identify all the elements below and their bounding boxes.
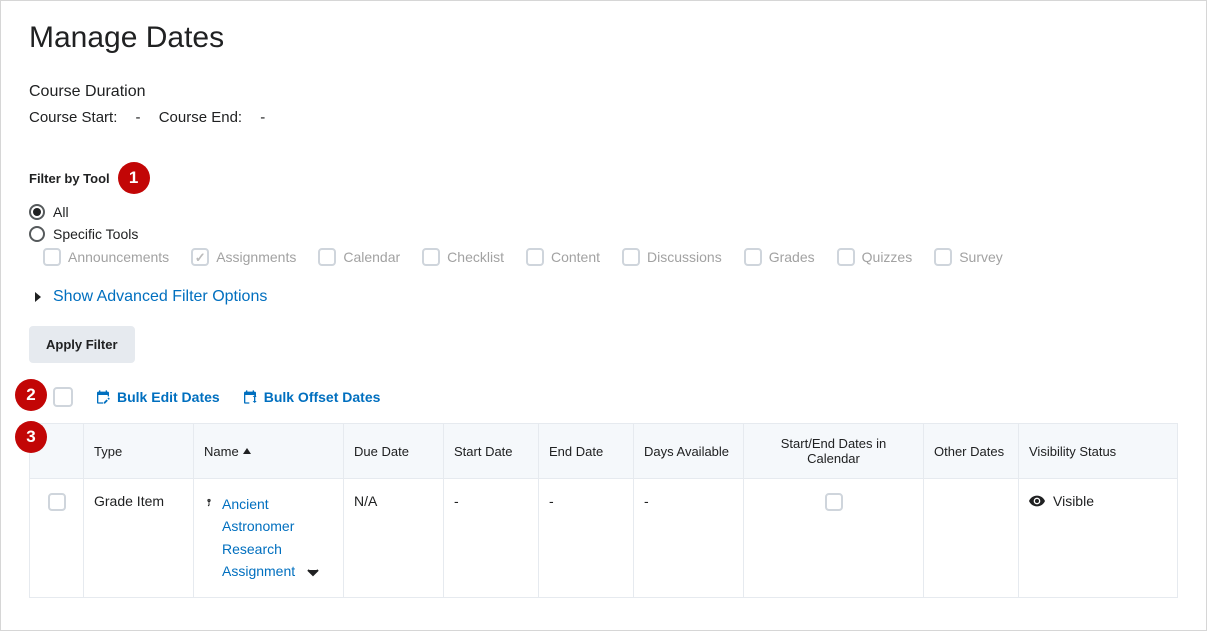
page-title: Manage Dates — [29, 21, 1178, 55]
cell-days: - — [634, 479, 744, 598]
checkbox-grades-label: Grades — [769, 249, 815, 265]
course-duration-label: Course Duration — [29, 83, 1178, 101]
callout-1: 1 — [118, 162, 150, 194]
checkbox-assignments-label: Assignments — [216, 249, 296, 265]
column-other-dates[interactable]: Other Dates — [924, 424, 1019, 479]
checkbox-content[interactable] — [526, 248, 544, 266]
sort-ascending-icon — [243, 448, 251, 454]
apply-filter-button[interactable]: Apply Filter — [29, 326, 135, 363]
column-calendar[interactable]: Start/End Dates in Calendar — [744, 424, 924, 479]
filter-by-tool-label: Filter by Tool — [29, 171, 110, 186]
cell-end: - — [539, 479, 634, 598]
visibility-label: Visible — [1053, 493, 1094, 509]
checkbox-survey-label: Survey — [959, 249, 1003, 265]
checkbox-checklist[interactable] — [422, 248, 440, 266]
column-start-date[interactable]: Start Date — [444, 424, 539, 479]
callout-3: 3 — [15, 421, 47, 453]
tool-checkbox-group: Announcements Assignments Calendar Check… — [43, 248, 1178, 266]
callout-2: 2 — [15, 379, 47, 411]
column-due-date[interactable]: Due Date — [344, 424, 444, 479]
bulk-offset-dates-label: Bulk Offset Dates — [264, 389, 381, 405]
checkbox-content-label: Content — [551, 249, 600, 265]
cell-other — [924, 479, 1019, 598]
show-advanced-filter-toggle[interactable]: Show Advanced Filter Options — [29, 288, 1178, 306]
column-visibility[interactable]: Visibility Status — [1019, 424, 1178, 479]
column-days-available[interactable]: Days Available — [634, 424, 744, 479]
select-all-checkbox[interactable] — [53, 387, 73, 407]
row-calendar-checkbox[interactable] — [825, 493, 843, 511]
chevron-down-icon[interactable] — [307, 564, 319, 580]
checkbox-assignments[interactable] — [191, 248, 209, 266]
bulk-edit-dates-link[interactable]: Bulk Edit Dates — [95, 389, 220, 405]
eye-icon — [1029, 495, 1045, 507]
column-name[interactable]: Name — [194, 424, 344, 479]
checkbox-checklist-label: Checklist — [447, 249, 504, 265]
checkbox-discussions-label: Discussions — [647, 249, 722, 265]
key-icon — [204, 496, 214, 510]
checkbox-calendar-label: Calendar — [343, 249, 400, 265]
bulk-edit-dates-label: Bulk Edit Dates — [117, 389, 220, 405]
checkbox-survey[interactable] — [934, 248, 952, 266]
chevron-right-icon — [35, 292, 41, 302]
row-checkbox[interactable] — [48, 493, 66, 511]
calendar-edit-icon — [95, 389, 111, 405]
radio-all[interactable] — [29, 204, 45, 220]
course-start-value: - — [136, 109, 141, 126]
advanced-filter-label: Show Advanced Filter Options — [53, 288, 267, 306]
bulk-offset-dates-link[interactable]: Bulk Offset Dates — [242, 389, 381, 405]
item-name-link[interactable]: Ancient Astronomer Research Assignment — [222, 496, 295, 579]
checkbox-calendar[interactable] — [318, 248, 336, 266]
checkbox-announcements-label: Announcements — [68, 249, 169, 265]
cell-type: Grade Item — [84, 479, 194, 598]
cell-due: N/A — [344, 479, 444, 598]
dates-table: Type Name Due Date Start Date End Date D… — [29, 423, 1178, 598]
radio-all-label: All — [53, 204, 69, 220]
checkbox-quizzes[interactable] — [837, 248, 855, 266]
column-name-label: Name — [204, 444, 239, 459]
course-start-label: Course Start: — [29, 109, 117, 126]
course-duration-row: Course Start: - Course End: - — [29, 109, 1178, 126]
calendar-offset-icon — [242, 389, 258, 405]
table-row: Grade Item Ancient Astronomer Research A… — [30, 479, 1178, 598]
course-end-label: Course End: — [159, 109, 242, 126]
column-end-date[interactable]: End Date — [539, 424, 634, 479]
column-type[interactable]: Type — [84, 424, 194, 479]
radio-specific-tools[interactable] — [29, 226, 45, 242]
checkbox-discussions[interactable] — [622, 248, 640, 266]
radio-specific-tools-label: Specific Tools — [53, 226, 138, 242]
course-end-value: - — [260, 109, 265, 126]
cell-start: - — [444, 479, 539, 598]
checkbox-quizzes-label: Quizzes — [862, 249, 913, 265]
checkbox-grades[interactable] — [744, 248, 762, 266]
checkbox-announcements[interactable] — [43, 248, 61, 266]
